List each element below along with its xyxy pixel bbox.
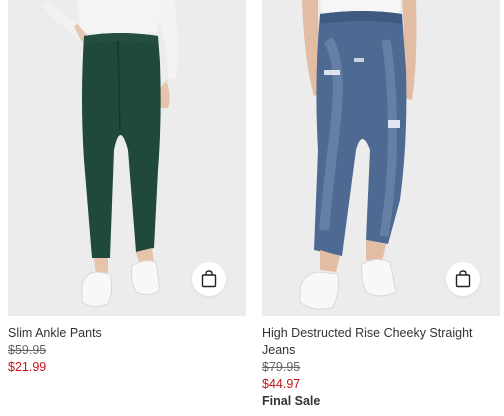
- product-grid: Slim Ankle Pants $59.95 $21.99 High Dest…: [0, 0, 504, 416]
- final-sale-badge: Final Sale: [262, 394, 321, 408]
- product-image[interactable]: [262, 0, 500, 316]
- product-name[interactable]: Slim Ankle Pants: [8, 325, 246, 342]
- sale-price: $21.99: [8, 360, 47, 374]
- shopping-bag-icon: [455, 270, 471, 288]
- sale-price: $44.97: [262, 377, 301, 391]
- original-price: $79.95: [262, 360, 301, 374]
- product-info: Slim Ankle Pants $59.95 $21.99: [8, 316, 246, 376]
- shopping-bag-icon: [201, 270, 217, 288]
- add-to-bag-button[interactable]: [446, 262, 480, 296]
- original-price: $59.95: [8, 343, 47, 357]
- product-info: High Destructed Rise Cheeky Straight Jea…: [262, 316, 500, 410]
- add-to-bag-button[interactable]: [192, 262, 226, 296]
- product-image[interactable]: [8, 0, 246, 316]
- product-card[interactable]: Slim Ankle Pants $59.95 $21.99: [8, 0, 246, 376]
- product-name[interactable]: High Destructed Rise Cheeky Straight Jea…: [262, 325, 500, 359]
- product-card[interactable]: High Destructed Rise Cheeky Straight Jea…: [262, 0, 500, 410]
